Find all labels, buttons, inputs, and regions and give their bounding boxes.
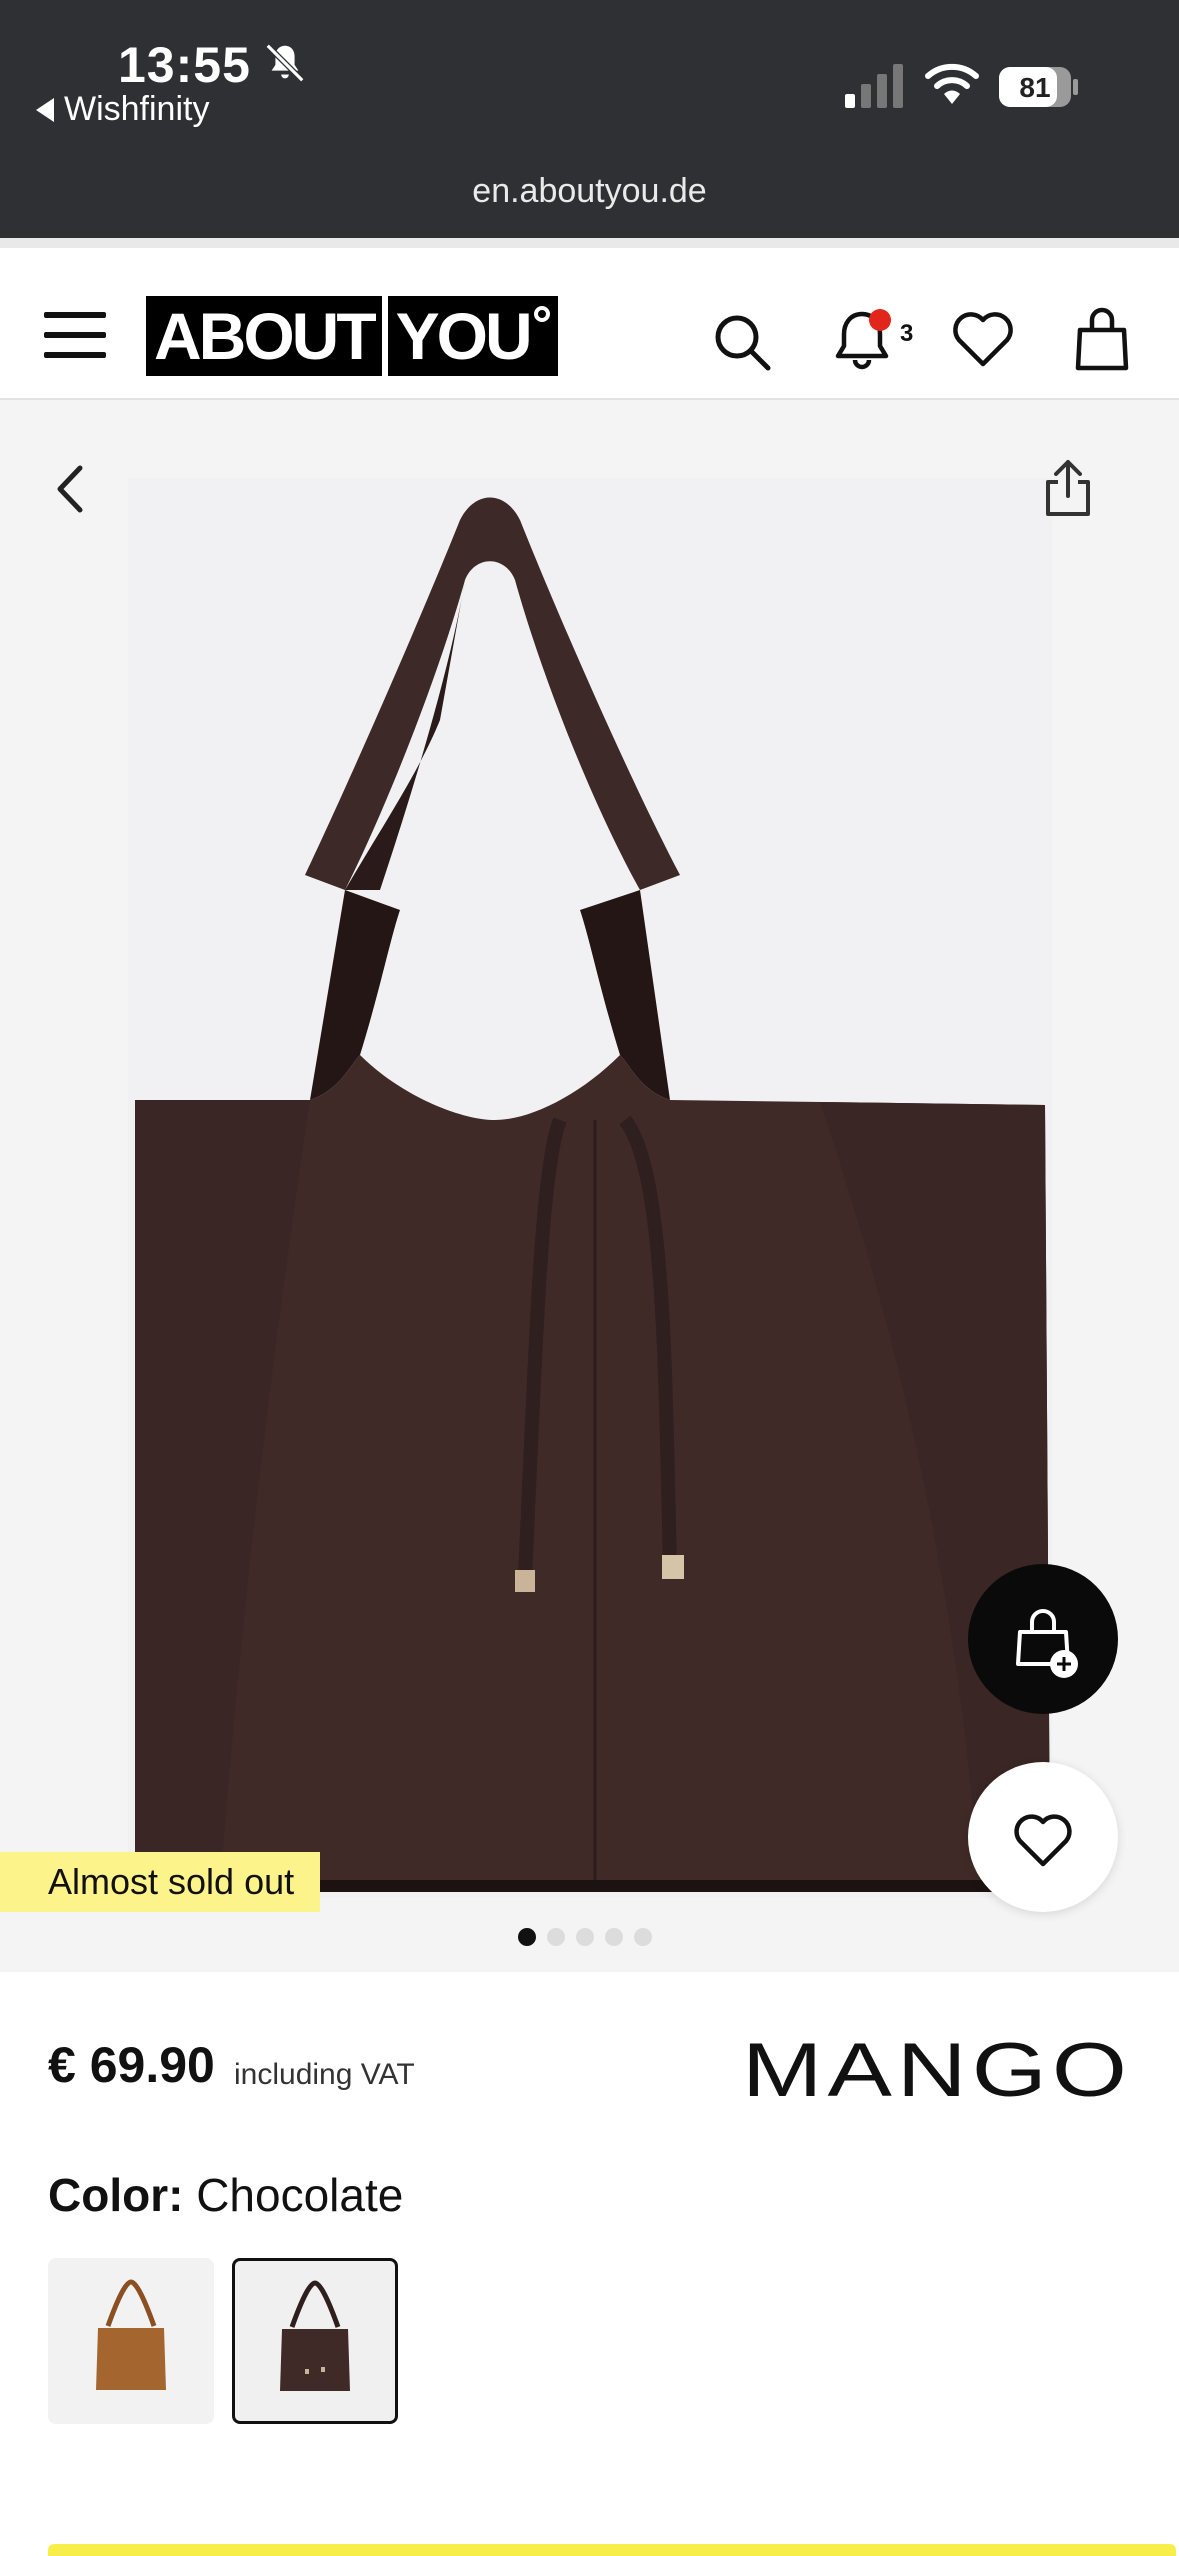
battery-icon: 81	[999, 67, 1078, 107]
bell-muted-icon	[265, 43, 305, 83]
logo-you: YOU	[395, 299, 533, 373]
about-you-logo[interactable]: ABOUT YOU	[146, 296, 558, 376]
logo-circle-icon	[533, 306, 550, 322]
color-swatch-cognac[interactable]	[48, 2258, 214, 2424]
pagination-dot[interactable]	[547, 1928, 565, 1946]
battery-level: 81	[1019, 72, 1050, 103]
pagination-dot[interactable]	[518, 1928, 536, 1946]
search-icon[interactable]	[712, 312, 772, 372]
cellular-signal-icon	[845, 64, 903, 108]
pagination-dot[interactable]	[605, 1928, 623, 1946]
product-image[interactable]	[120, 470, 1060, 1900]
add-to-cart-button-edge[interactable]	[48, 2544, 1176, 2556]
wishlist-button[interactable]	[968, 1762, 1118, 1912]
heart-icon	[1014, 1814, 1072, 1867]
brand-name: MANGO	[742, 2030, 1132, 2110]
pagination-dot[interactable]	[634, 1928, 652, 1946]
pagination-dot[interactable]	[576, 1928, 594, 1946]
wifi-icon	[925, 63, 979, 104]
color-label: Color:	[48, 2169, 184, 2221]
bell-icon[interactable]	[832, 306, 902, 372]
status-time: 13:55	[118, 37, 251, 93]
logo-you-block: YOU	[387, 296, 558, 376]
gallery-back-chevron-icon[interactable]	[50, 462, 90, 516]
notification-dot	[869, 309, 891, 331]
gallery-pagination[interactable]	[518, 1928, 652, 1946]
product-price: € 69.90	[48, 2037, 215, 2093]
brand-logo[interactable]: MANGO	[742, 2030, 1134, 2110]
logo-about: ABOUT	[146, 296, 382, 376]
vat-note: including VAT	[234, 2058, 415, 2091]
menu-icon[interactable]	[44, 310, 106, 360]
color-selector-label: Color: Chocolate	[48, 2168, 403, 2222]
wishlist-heart-icon[interactable]	[952, 310, 1014, 368]
share-icon[interactable]	[1040, 456, 1096, 520]
back-app-label: Wishfinity	[64, 90, 210, 128]
bag-icon[interactable]	[1074, 306, 1130, 372]
url-bar[interactable]: en.aboutyou.de	[0, 172, 1179, 211]
bag-plus-icon	[1016, 1609, 1078, 1678]
status-bar: 13:55 Wishfinity 81 en.aboutyou.de	[0, 0, 1179, 238]
swatch-bag-image	[96, 2279, 166, 2390]
color-value: Chocolate	[196, 2169, 404, 2221]
site-header: ABOUT YOU 3	[0, 238, 1179, 400]
almost-sold-out-badge: Almost sold out	[0, 1852, 321, 1912]
back-triangle-icon	[36, 97, 54, 122]
swatch-bag-image	[280, 2280, 350, 2391]
color-swatch-chocolate[interactable]	[232, 2258, 398, 2424]
notification-count: 3	[900, 320, 914, 347]
back-to-app-button[interactable]: Wishfinity	[36, 90, 209, 129]
battery-indicator: 81	[998, 66, 1080, 108]
product-gallery[interactable]: Almost sold out	[0, 400, 1179, 1972]
add-to-bag-button[interactable]	[968, 1564, 1118, 1714]
